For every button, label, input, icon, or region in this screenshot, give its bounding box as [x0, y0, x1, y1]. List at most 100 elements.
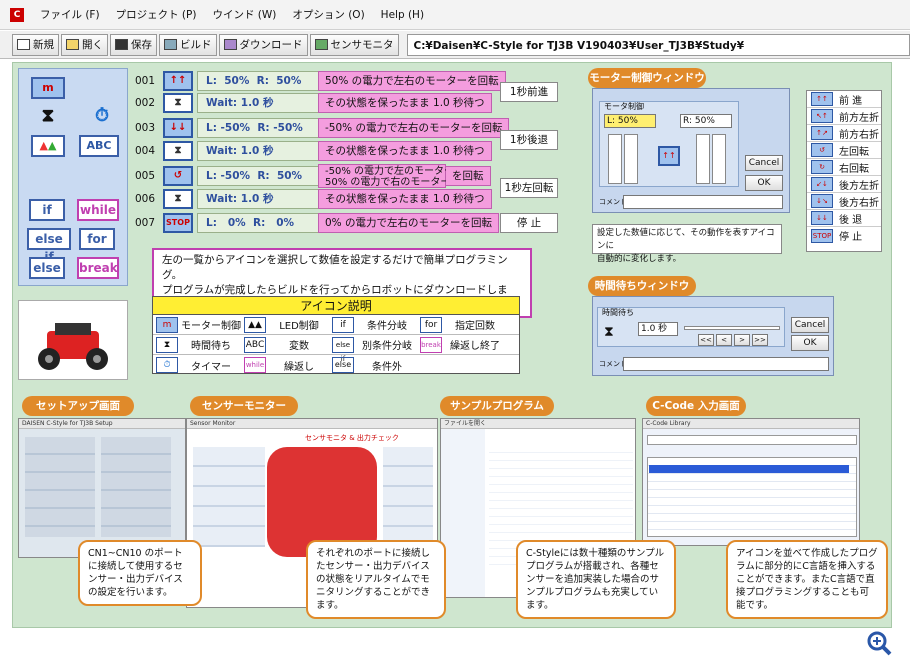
right-motor-slider[interactable]: [712, 134, 726, 184]
timer-slider[interactable]: [684, 326, 780, 330]
c-code-screenshot: C-Code Library: [642, 418, 860, 546]
direction-item[interactable]: ↑↗ 前方右折: [807, 125, 881, 142]
direction-label: 前方左折: [839, 112, 879, 124]
setup-note: CN1~CN10 のポートに接続して使用するセンサー・出力デバイスの設定を行いま…: [78, 540, 202, 606]
direction-label: 後方右折: [839, 197, 879, 209]
rotate-left-icon[interactable]: ↺: [163, 166, 193, 186]
timer-ok-button[interactable]: OK: [791, 335, 829, 351]
forward-right-icon: ↑↗: [811, 126, 833, 140]
else-icon: else: [332, 357, 354, 373]
timer-icon: ⏱: [156, 357, 178, 373]
while-icon[interactable]: while: [77, 199, 119, 221]
menu-project[interactable]: プロジェクト (P): [108, 7, 205, 22]
timer-value-select[interactable]: 1.0 秒: [638, 322, 678, 336]
download-icon: [223, 39, 237, 50]
timer-comment-input[interactable]: [623, 357, 829, 371]
open-button[interactable]: 開く: [61, 33, 108, 56]
backward-icon[interactable]: ↓↓: [163, 118, 193, 138]
timer-step-forward-fast[interactable]: >>: [752, 334, 768, 346]
led-icon: ▲▲: [244, 316, 266, 333]
for-icon[interactable]: for: [79, 228, 115, 250]
row-number: 006: [135, 193, 156, 205]
led-icon[interactable]: ▲▲: [31, 135, 65, 157]
legend-text: 条件外: [372, 361, 402, 373]
left-motor-select[interactable]: L: 50%: [604, 114, 656, 128]
c-code-note: アイコンを並べて作成したプログラムに部分的にC言語を挿入することができます。また…: [726, 540, 888, 619]
while-icon: while: [244, 357, 266, 373]
hourglass-icon[interactable]: ⧗: [31, 107, 65, 129]
zoom-in-icon[interactable]: [866, 630, 892, 656]
timer-step-back[interactable]: <: [716, 334, 732, 346]
direction-item[interactable]: STOP 停 止: [807, 227, 881, 244]
new-button[interactable]: 新規: [12, 33, 59, 56]
right-motor-select[interactable]: R: 50%: [680, 114, 732, 128]
direction-item[interactable]: ↖↑ 前方左折: [807, 108, 881, 125]
new-button-label: 新規: [33, 39, 54, 51]
backward-label: 1秒後退: [500, 130, 558, 150]
c-code-search[interactable]: [647, 435, 857, 445]
direction-label: 前方右折: [839, 129, 879, 141]
new-file-icon: [17, 39, 30, 50]
direction-item[interactable]: ↙↓ 後方左折: [807, 176, 881, 193]
break-icon[interactable]: break: [77, 257, 119, 279]
if-icon[interactable]: if: [29, 199, 65, 221]
menu-option[interactable]: オプション (O): [284, 7, 372, 22]
led-green-icon: ▲: [48, 139, 57, 152]
variable-icon: ABC: [244, 336, 266, 353]
direction-label: 後方左折: [839, 180, 879, 192]
c-code-tag: C-Code 入力画面: [646, 396, 746, 416]
motor-icon[interactable]: m: [31, 77, 65, 99]
menu-file[interactable]: ファイル (F): [32, 7, 108, 22]
timer-icon[interactable]: ⏱: [85, 107, 119, 129]
icon-legend: アイコン説明 m モーター制御 ▲▲ LED制御 if 条件分岐 for 指定回数 ⧗ 時…: [152, 296, 520, 374]
hourglass-icon[interactable]: ⧗: [163, 189, 193, 209]
hourglass-icon[interactable]: ⧗: [163, 141, 193, 161]
direction-item[interactable]: ↓↓ 後 退: [807, 210, 881, 227]
direction-label: 右回転: [839, 163, 869, 175]
timer-cancel-button[interactable]: Cancel: [791, 317, 829, 333]
row-description: その状態を保ったまま 1.0 秒待つ: [318, 189, 492, 209]
row-number: 005: [135, 170, 156, 182]
left-motor-slider[interactable]: [608, 134, 622, 184]
variable-icon[interactable]: ABC: [79, 135, 119, 157]
rotate-left-icon: ↺: [811, 143, 833, 157]
direction-item[interactable]: ↓↘ 後方右折: [807, 193, 881, 210]
direction-item[interactable]: ↺ 左回転: [807, 142, 881, 159]
sensor-monitor-button-label: センサモニタ: [330, 39, 394, 51]
setup-port-list-right: [101, 437, 171, 537]
motor-ok-button[interactable]: OK: [745, 175, 783, 191]
motor-comment-input[interactable]: [623, 195, 783, 209]
stop-icon[interactable]: STOP: [163, 213, 193, 233]
menu-help[interactable]: Help (H): [373, 9, 432, 21]
save-button[interactable]: 保存: [110, 33, 157, 56]
legend-text: LED制御: [279, 321, 319, 332]
save-icon: [115, 39, 128, 50]
motor-cancel-button[interactable]: Cancel: [745, 155, 783, 171]
else-if-icon[interactable]: else if: [27, 228, 71, 264]
sensor-heading: センサモニタ & 出力チェック: [305, 434, 399, 442]
legend-text: モーター制御: [181, 321, 241, 332]
left-motor-stepper[interactable]: [624, 134, 638, 184]
right-motor-stepper[interactable]: [696, 134, 710, 184]
timer-step-forward[interactable]: >: [734, 334, 750, 346]
direction-item[interactable]: ↻ 右回転: [807, 159, 881, 176]
hourglass-icon[interactable]: ⧗: [163, 93, 193, 113]
sensor-monitor-button[interactable]: センサモニタ: [309, 33, 399, 56]
direction-item[interactable]: ↑↑ 前 進: [807, 91, 881, 108]
sample-note: C-Styleには数十種類のサンプルプログラムが搭載され、各種センサーを追加実装…: [516, 540, 676, 619]
legend-text: タイマー: [191, 361, 231, 373]
build-button[interactable]: ビルド: [159, 33, 217, 56]
stop-icon: STOP: [811, 228, 833, 243]
row-description-line2: 50% の電力で右のモーター: [325, 177, 451, 188]
download-button[interactable]: ダウンロード: [218, 33, 308, 56]
menu-window[interactable]: ウインド (W): [204, 7, 284, 22]
forward-icon: ↑↑: [658, 146, 680, 166]
timer-step-back-fast[interactable]: <<: [698, 334, 714, 346]
forward-icon[interactable]: ↑↑: [163, 71, 193, 91]
folder-icon: [66, 39, 79, 50]
sensor-list-right: [383, 447, 433, 547]
else-icon[interactable]: else: [29, 257, 65, 279]
led-red-icon: ▲: [39, 139, 48, 152]
setup-screenshot: DAISEN C-Style for TJ3B Setup: [18, 418, 186, 558]
legend-text: 時間待ち: [191, 341, 231, 352]
